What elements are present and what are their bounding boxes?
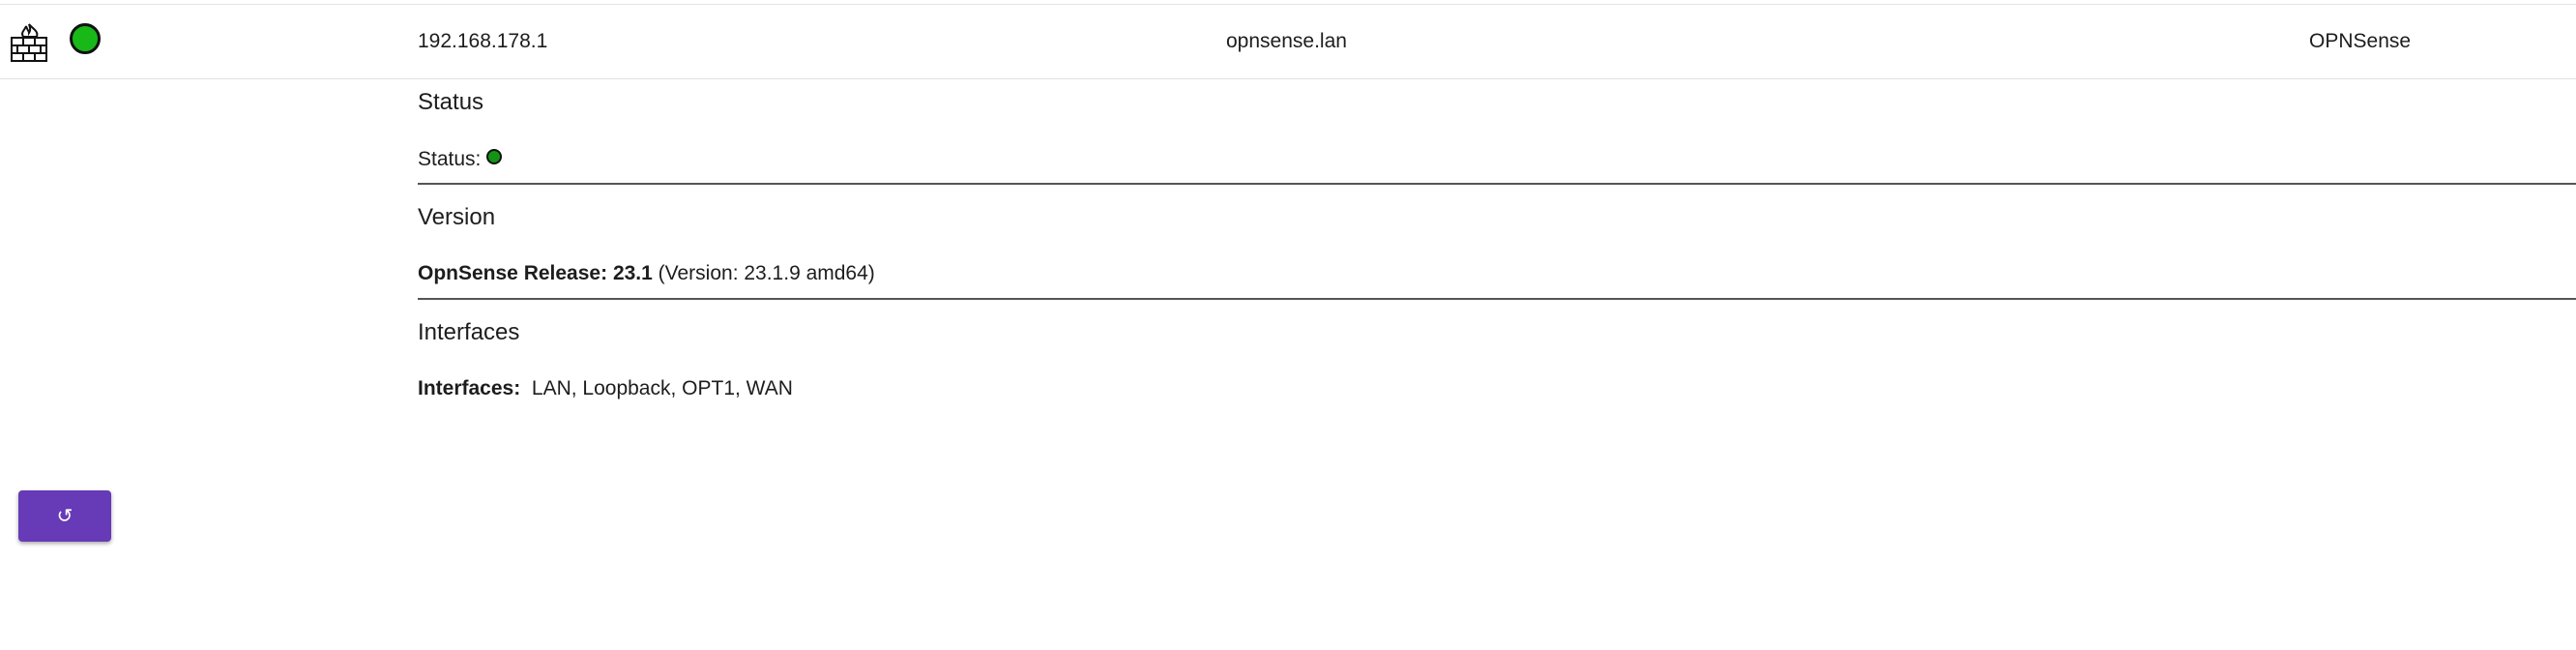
- ip-address: 192.168.178.1: [418, 30, 548, 52]
- status-divider: [418, 183, 2576, 185]
- page: 192.168.178.1 opnsense.lan OPNSense Stat…: [0, 0, 2576, 650]
- status-dot-icon: [486, 149, 503, 164]
- refresh-icon: ↺: [56, 506, 73, 527]
- status-section-title: Status: [418, 89, 484, 115]
- firewall-icon: [11, 23, 47, 62]
- version-divider: [418, 298, 2576, 300]
- refresh-button[interactable]: ↺: [18, 490, 111, 542]
- release-label: OpnSense Release:: [418, 262, 608, 284]
- device-name: OPNSense: [2309, 30, 2412, 52]
- interfaces-value: LAN, Loopback, OPT1, WAN: [531, 377, 793, 399]
- interfaces-section-title: Interfaces: [418, 319, 520, 345]
- version-line: OpnSense Release: 23.1 (Version: 23.1.9 …: [418, 262, 875, 285]
- status-indicator: [70, 23, 101, 54]
- release-value: 23.1: [612, 262, 653, 284]
- hostname: opnsense.lan: [1226, 30, 1347, 52]
- device-row[interactable]: 192.168.178.1 opnsense.lan OPNSense: [0, 5, 2576, 79]
- version-section-title: Version: [418, 204, 496, 230]
- version-detail: (Version: 23.1.9 amd64): [658, 262, 875, 284]
- status-line: Status:: [418, 148, 503, 171]
- status-label: Status:: [418, 148, 482, 170]
- interfaces-line: Interfaces: LAN, Loopback, OPT1, WAN: [418, 377, 793, 400]
- interfaces-label: Interfaces:: [418, 377, 521, 399]
